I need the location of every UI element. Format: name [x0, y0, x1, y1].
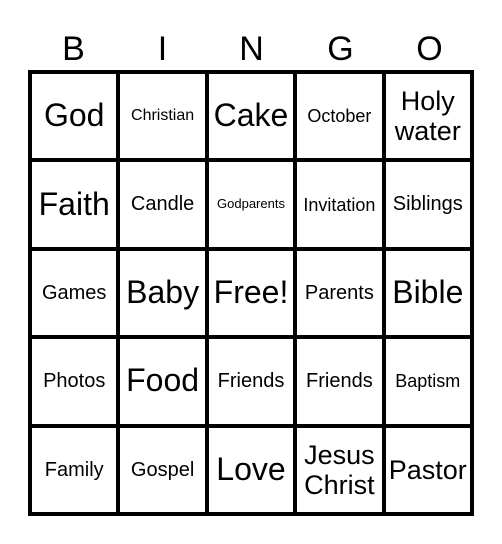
bingo-cell[interactable]: Godparents	[208, 162, 294, 247]
header-letter-n: N	[239, 30, 264, 68]
header-letter-o: O	[416, 30, 443, 68]
bingo-cell[interactable]: Gospel	[120, 427, 205, 512]
bingo-cell[interactable]: Holy water	[385, 74, 470, 159]
bingo-board: God Christian Cake October Holy water Fa…	[28, 70, 474, 516]
bingo-cell[interactable]: Faith	[32, 162, 117, 247]
bingo-cell[interactable]: Games	[32, 250, 117, 336]
bingo-cell[interactable]: Pastor	[385, 427, 470, 512]
bingo-cell[interactable]: Love	[208, 427, 294, 512]
header-letter-b: B	[62, 30, 85, 68]
header-letter-i: I	[157, 30, 168, 68]
bingo-cell[interactable]: October	[297, 74, 382, 159]
bingo-cell[interactable]: God	[32, 74, 117, 159]
bingo-cell[interactable]: Invitation	[297, 162, 382, 247]
bingo-cell[interactable]: Jesus Christ	[297, 427, 382, 512]
bingo-cell[interactable]: Baptism	[385, 339, 470, 424]
bingo-cell[interactable]: Christian	[120, 74, 205, 159]
bingo-cell[interactable]: Bible	[385, 250, 470, 336]
free-space-cell[interactable]: Free!	[208, 250, 294, 336]
bingo-cell[interactable]: Family	[32, 427, 117, 512]
bingo-cell[interactable]: Friends	[208, 339, 294, 424]
bingo-cell[interactable]: Food	[120, 339, 205, 424]
bingo-cell[interactable]: Parents	[297, 250, 382, 336]
bingo-cell[interactable]: Siblings	[385, 162, 470, 247]
bingo-cell[interactable]: Cake	[208, 74, 294, 159]
bingo-cell[interactable]: Friends	[297, 339, 382, 424]
bingo-cell[interactable]: Photos	[32, 339, 117, 424]
bingo-cell[interactable]: Baby	[120, 250, 205, 336]
header-letter-g: G	[327, 30, 354, 68]
bingo-cell[interactable]: Candle	[120, 162, 205, 247]
bingo-header: B I N G O	[29, 28, 474, 70]
